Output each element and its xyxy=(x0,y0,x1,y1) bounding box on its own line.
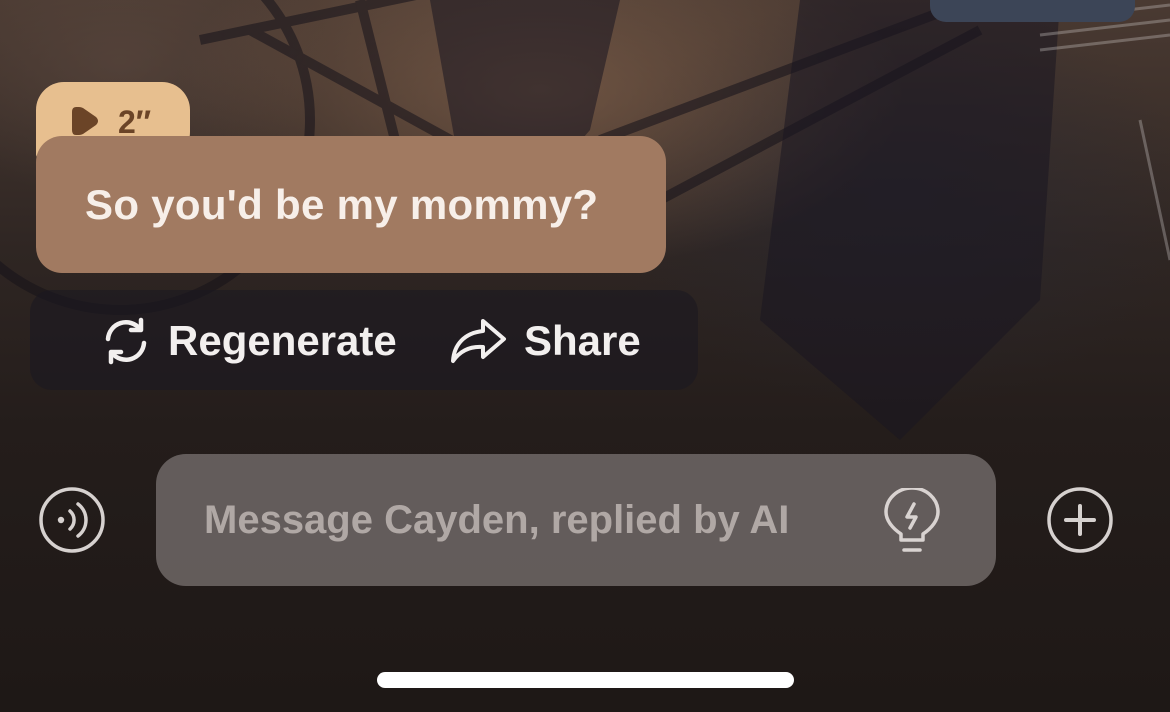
add-attachment-button[interactable] xyxy=(1047,487,1113,553)
voice-mode-button[interactable] xyxy=(39,487,105,553)
home-indicator[interactable] xyxy=(377,672,794,688)
message-input[interactable] xyxy=(204,454,864,586)
share-label: Share xyxy=(524,317,641,364)
plus-circle-icon xyxy=(1047,487,1113,553)
regenerate-label: Regenerate xyxy=(168,317,397,364)
top-status-chip xyxy=(930,0,1135,22)
voice-duration: 2″ xyxy=(118,104,152,140)
lightbulb-icon[interactable] xyxy=(882,488,942,556)
share-button[interactable]: Share xyxy=(450,313,641,369)
message-bubble: So you'd be my mommy? xyxy=(36,136,666,273)
regenerate-button[interactable]: Regenerate xyxy=(100,313,397,369)
play-icon xyxy=(72,107,98,135)
message-text: So you'd be my mommy? xyxy=(85,180,599,228)
share-arrow-icon xyxy=(451,319,506,363)
refresh-icon xyxy=(105,317,147,365)
message-composer[interactable] xyxy=(156,454,996,586)
voice-waves-icon xyxy=(39,487,105,553)
